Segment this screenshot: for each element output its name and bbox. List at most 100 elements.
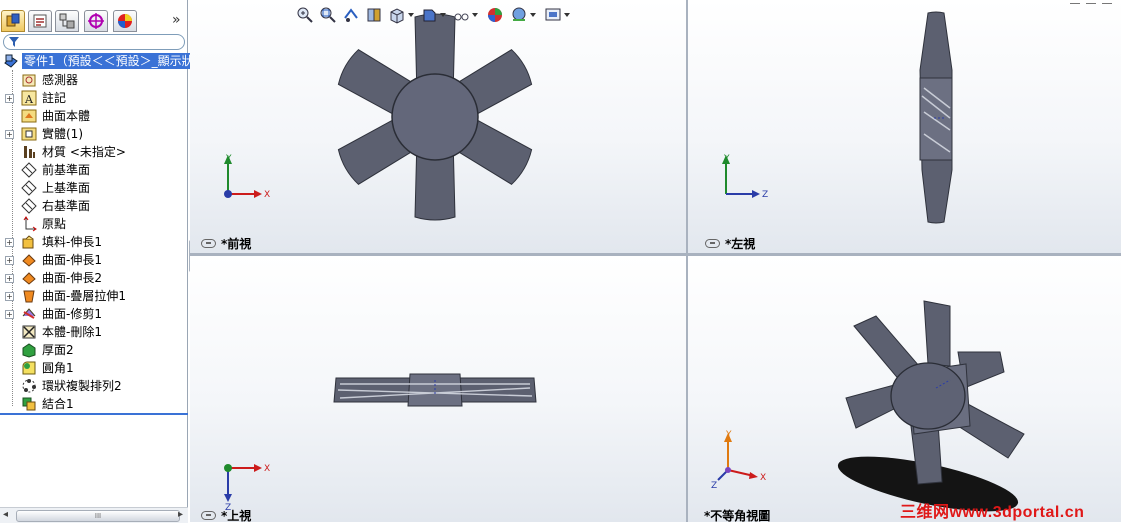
tree-item-label: 曲面-伸長2 xyxy=(42,271,102,285)
triad-top: X Z xyxy=(224,464,270,510)
property-manager-tab[interactable] xyxy=(28,10,52,32)
solid-bodies-icon xyxy=(21,127,37,141)
expand-toggle-icon[interactable]: + xyxy=(5,310,14,319)
zoom-to-fit-icon xyxy=(297,7,313,23)
link-views-icon[interactable] xyxy=(201,239,216,248)
tree-item[interactable]: 右基準面 xyxy=(0,197,188,215)
view-settings-button[interactable] xyxy=(544,6,570,26)
viewport-top-title: *上視 xyxy=(221,509,252,522)
close-icon[interactable] xyxy=(1102,0,1112,4)
dropdown-arrow-icon[interactable] xyxy=(408,13,414,17)
expand-toggle-icon[interactable]: + xyxy=(5,256,14,265)
tree-item-label: 右基準面 xyxy=(42,199,91,213)
plane-icon xyxy=(21,180,37,196)
viewport-isometric[interactable]: Y X Z *不等角視圖 xyxy=(688,256,1121,522)
expand-toggle-icon[interactable]: + xyxy=(5,94,14,103)
tree-item[interactable]: 曲面本體 xyxy=(0,107,188,125)
view-orientation-button[interactable] xyxy=(388,6,414,26)
tree-item[interactable]: 厚面2 xyxy=(0,341,188,359)
configuration-manager-icon xyxy=(59,13,75,29)
tree-item[interactable]: 原點 xyxy=(0,215,188,233)
viewport-left[interactable]: Y Z *左視 xyxy=(688,0,1121,253)
tree-root-part[interactable]: 零件1（預設＜＜預設＞_顯示狀態 xyxy=(0,52,208,70)
restore-icon[interactable] xyxy=(1086,0,1096,4)
display-style-button[interactable] xyxy=(420,6,446,26)
triad-left: Y Z xyxy=(722,154,768,200)
tree-item[interactable]: + 曲面-伸長2 xyxy=(0,269,188,287)
tree-separator xyxy=(0,413,188,415)
zoom-to-fit-button[interactable] xyxy=(296,6,316,26)
tree-item[interactable]: + 填料-伸長1 xyxy=(0,233,188,251)
dropdown-arrow-icon[interactable] xyxy=(530,13,536,17)
tree-item[interactable]: + 曲面-修剪1 xyxy=(0,305,188,323)
fan-part-front-view xyxy=(335,13,535,221)
viewport-front-label[interactable]: *前視 xyxy=(201,237,251,251)
dimxpert-icon xyxy=(88,13,104,29)
viewport-left-label[interactable]: *左視 xyxy=(705,237,755,251)
tree-root-label: 零件1（預設＜＜預設＞_顯示狀態 xyxy=(22,53,208,69)
expand-toggle-icon[interactable]: + xyxy=(5,238,14,247)
tree-item[interactable]: 材質 <未指定> xyxy=(0,143,188,161)
feature-tree-filter[interactable] xyxy=(3,34,185,50)
tree-item[interactable]: + 實體(1) xyxy=(0,125,188,143)
expand-toggle-icon[interactable]: + xyxy=(5,292,14,301)
view-settings-icon xyxy=(545,8,561,21)
filter-icon xyxy=(9,37,19,47)
viewport-vertical-splitter[interactable] xyxy=(686,0,688,522)
zoom-to-area-button[interactable] xyxy=(319,6,339,26)
dropdown-arrow-icon[interactable] xyxy=(472,13,478,17)
expand-toggle-icon[interactable]: + xyxy=(5,130,14,139)
scroll-thumb[interactable]: III xyxy=(16,510,180,522)
tree-item[interactable]: 結合1 xyxy=(0,395,188,413)
viewport-top-label[interactable]: *上視 xyxy=(201,509,252,522)
link-views-icon[interactable] xyxy=(201,511,216,520)
section-view-button[interactable] xyxy=(365,6,385,26)
hide-show-items-button[interactable] xyxy=(452,6,478,26)
tree-item-label: 環狀複製排列2 xyxy=(42,379,122,393)
annotation-icon: A xyxy=(21,90,37,106)
viewport-top[interactable]: X Z *上視 xyxy=(190,256,686,522)
surface-extrude-icon xyxy=(22,254,36,267)
tree-item[interactable]: 上基準面 xyxy=(0,179,188,197)
dropdown-arrow-icon[interactable] xyxy=(564,13,570,17)
minimize-icon[interactable] xyxy=(1070,0,1080,4)
window-controls xyxy=(1068,0,1118,4)
svg-text:A: A xyxy=(24,93,34,106)
previous-view-button[interactable] xyxy=(342,6,362,26)
section-view-icon xyxy=(367,8,381,22)
tree-item-label: 曲面-修剪1 xyxy=(42,307,102,321)
surface-loft-icon xyxy=(23,290,35,303)
viewport-isometric-label[interactable]: *不等角視圖 xyxy=(704,509,770,522)
tree-item[interactable]: + 曲面-疊層拉伸1 xyxy=(0,287,188,305)
tree-item-label: 原點 xyxy=(42,217,67,231)
tree-item[interactable]: 圓角1 xyxy=(0,359,188,377)
tree-item-label: 厚面2 xyxy=(42,343,74,357)
scroll-right-arrow-icon[interactable]: ▸ xyxy=(178,509,183,520)
dropdown-arrow-icon[interactable] xyxy=(440,13,446,17)
display-manager-tab[interactable] xyxy=(113,10,137,32)
feature-manager-tab[interactable] xyxy=(1,10,25,32)
viewport-front[interactable]: Y X *前視 xyxy=(190,0,686,253)
dimxpert-manager-tab[interactable] xyxy=(84,10,108,32)
tree-item[interactable]: + 曲面-伸長1 xyxy=(0,251,188,269)
tree-item-label: 填料-伸長1 xyxy=(42,235,102,249)
scroll-left-arrow-icon[interactable]: ◂ xyxy=(3,509,8,520)
tree-item[interactable]: 感測器 xyxy=(0,71,188,89)
expand-pane-chevron-icon[interactable]: » xyxy=(172,12,181,28)
tree-item[interactable]: + A 註記 xyxy=(0,89,188,107)
expand-toggle-icon[interactable]: + xyxy=(5,274,14,283)
fillet-icon xyxy=(22,361,36,375)
tree-item[interactable]: 前基準面 xyxy=(0,161,188,179)
apply-scene-button[interactable] xyxy=(510,6,536,26)
horizontal-scrollbar[interactable]: ◂ III ▸ xyxy=(0,507,188,523)
zoom-to-area-icon xyxy=(320,7,336,23)
link-views-icon[interactable] xyxy=(705,239,720,248)
tree-item[interactable]: 本體-刪除1 xyxy=(0,323,188,341)
viewport-horizontal-splitter[interactable] xyxy=(190,253,1121,256)
configuration-manager-tab[interactable] xyxy=(55,10,79,32)
watermark: 三维网www.3dportal.cn xyxy=(900,504,1085,521)
tree-item[interactable]: 環狀複製排列2 xyxy=(0,377,188,395)
edit-appearance-button[interactable] xyxy=(486,6,506,26)
surface-bodies-icon xyxy=(21,109,37,123)
surface-trim-icon xyxy=(22,308,36,319)
